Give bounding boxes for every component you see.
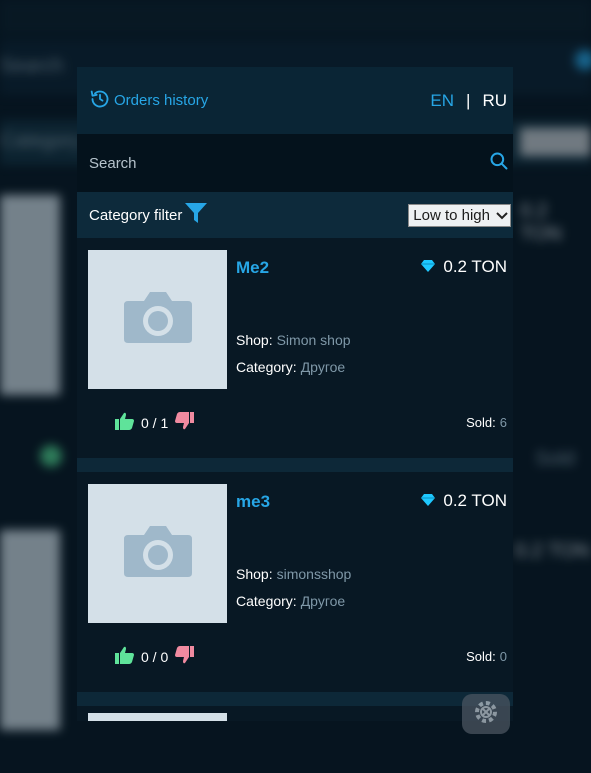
category-label: Category:	[236, 593, 297, 609]
product-card[interactable]: Me2 0.2 TON Shop: Simon shop Category: Дру…	[77, 238, 513, 472]
sort-select[interactable]: Low to high	[408, 203, 511, 227]
category-filter-label: Category filter	[89, 206, 183, 224]
product-sold: Sold: 0	[466, 649, 507, 664]
product-shop: Shop: Simon shop	[236, 332, 351, 348]
sold-label: Sold:	[466, 415, 496, 430]
chevron-down-icon	[496, 207, 508, 224]
lang-en-button[interactable]: EN	[430, 91, 454, 111]
product-card[interactable]: me3 0.2 TON Shop: simonsshop Category: Дру…	[77, 472, 513, 706]
sold-label: Sold:	[466, 649, 496, 664]
product-sold: Sold: 6	[466, 415, 507, 430]
camera-icon	[122, 289, 194, 350]
votes-count: 0 / 0	[141, 648, 169, 665]
category-name: Другое	[300, 593, 346, 609]
sold-count: 0	[499, 649, 507, 664]
product-image[interactable]	[88, 250, 227, 389]
product-price: 0.2 TON	[421, 491, 507, 511]
category-filter-button[interactable]: Category filter	[89, 201, 208, 229]
product-category: Category: Другое	[236, 359, 345, 375]
product-votes: 0 / 1	[115, 412, 195, 433]
product-name[interactable]: Me2	[236, 258, 269, 278]
product-shop: Shop: simonsshop	[236, 566, 351, 582]
diamond-icon	[421, 257, 436, 277]
orders-history-link[interactable]: Orders history	[90, 89, 208, 113]
shop-name[interactable]: Simon shop	[277, 332, 351, 348]
filter-bar: Category filter Low to high	[77, 192, 513, 238]
product-price: 0.2 TON	[421, 257, 507, 277]
search-bar	[77, 134, 513, 192]
category-label: Category:	[236, 359, 297, 375]
top-bar: Orders history EN | RU	[77, 67, 513, 134]
history-icon	[90, 89, 110, 113]
search-icon[interactable]	[489, 151, 509, 176]
language-switcher: EN | RU	[430, 91, 507, 111]
price-value: 0.2 TON	[443, 491, 507, 510]
thumbs-down-icon[interactable]	[174, 646, 195, 667]
settings-button[interactable]	[462, 694, 510, 734]
votes-count: 0 / 1	[141, 414, 169, 431]
price-value: 0.2 TON	[443, 257, 507, 276]
shop-label: Shop:	[236, 332, 273, 348]
next-product-card-peek	[77, 713, 513, 721]
shop-name[interactable]: simonsshop	[277, 566, 352, 582]
lang-separator: |	[466, 90, 471, 110]
shop-label: Shop:	[236, 566, 273, 582]
category-name: Другое	[300, 359, 346, 375]
camera-icon	[122, 523, 194, 584]
filter-icon	[184, 201, 208, 229]
sold-count: 6	[499, 415, 507, 430]
product-votes: 0 / 0	[115, 646, 195, 667]
lang-ru-button[interactable]: RU	[482, 91, 507, 111]
sort-selected-value: Low to high	[413, 206, 490, 224]
product-name[interactable]: me3	[236, 492, 270, 512]
shop-panel: Orders history EN | RU Category filter	[77, 67, 513, 721]
search-input[interactable]	[87, 153, 451, 173]
gear-icon	[472, 698, 500, 731]
thumbs-up-icon[interactable]	[115, 646, 135, 667]
diamond-icon	[421, 491, 436, 511]
thumbs-down-icon[interactable]	[174, 412, 195, 433]
product-image[interactable]	[88, 484, 227, 623]
orders-history-label: Orders history	[114, 92, 209, 109]
thumbs-up-icon[interactable]	[115, 412, 135, 433]
product-category: Category: Другое	[236, 593, 345, 609]
